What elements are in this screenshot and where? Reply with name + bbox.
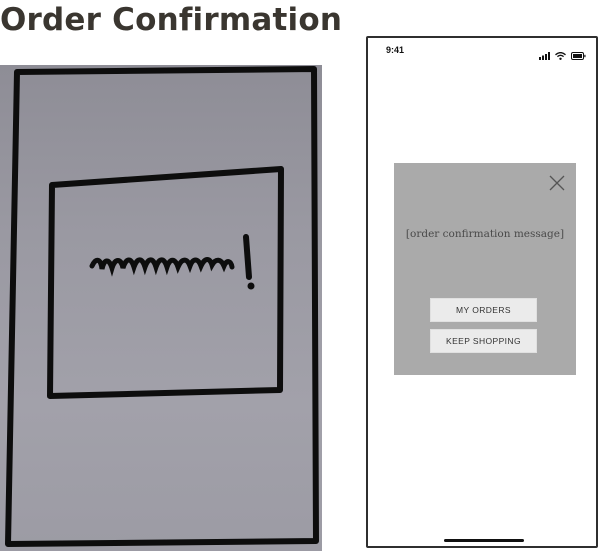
phone-frame: 9:41 [order confirmation message] MY ORD… <box>366 36 598 548</box>
confirmation-message: [order confirmation message] <box>405 228 565 240</box>
page-title: Order Confirmation <box>0 2 343 38</box>
paper-sketch <box>0 65 322 551</box>
my-orders-button[interactable]: MY ORDERS <box>430 298 537 322</box>
sketch-outer-frame <box>5 66 319 547</box>
signal-icon <box>538 51 550 60</box>
keep-shopping-button[interactable]: KEEP SHOPPING <box>430 329 537 353</box>
battery-icon <box>571 51 586 60</box>
status-icons <box>538 45 586 60</box>
close-icon[interactable] <box>548 174 566 192</box>
status-bar: 9:41 <box>368 38 596 62</box>
scribble-icon <box>89 257 235 277</box>
confirmation-modal: [order confirmation message] MY ORDERS K… <box>394 163 576 375</box>
wifi-icon <box>554 51 566 60</box>
status-time: 9:41 <box>386 45 405 55</box>
exclamation-icon <box>243 234 252 280</box>
sketch-drawing <box>5 66 319 547</box>
sketch-modal-frame <box>47 166 284 399</box>
home-indicator <box>444 539 524 542</box>
